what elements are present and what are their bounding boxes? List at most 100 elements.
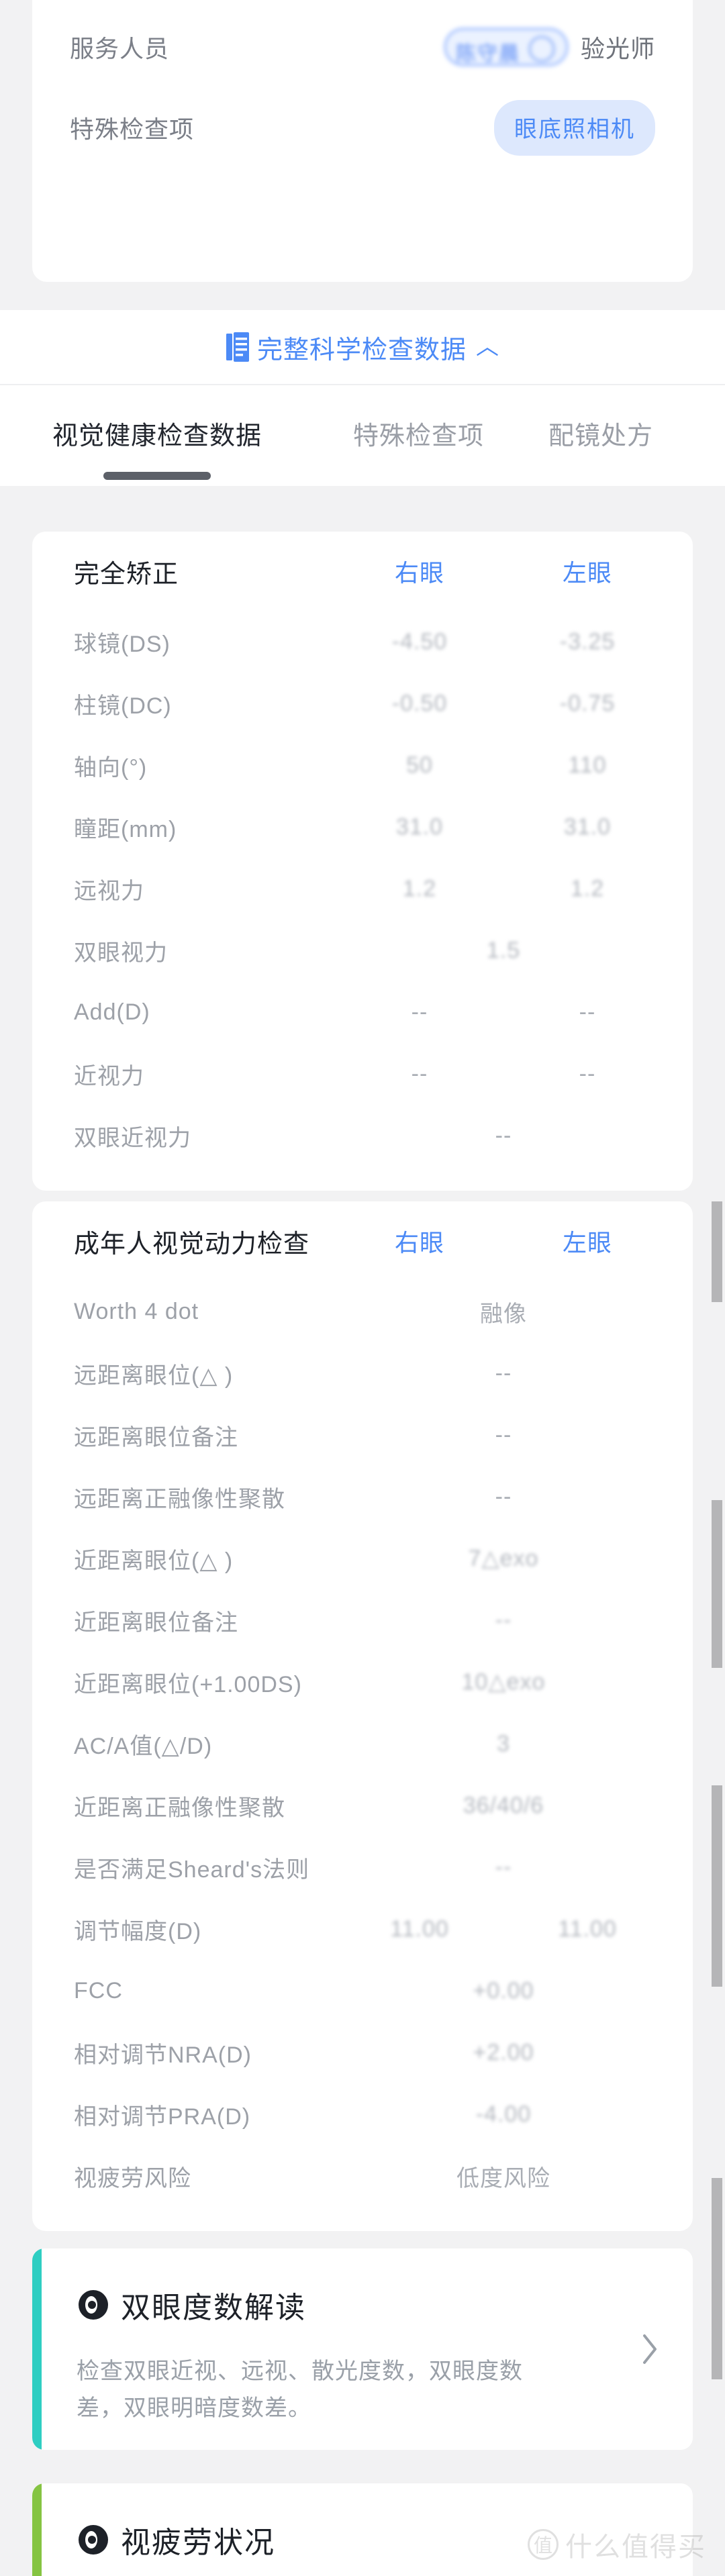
tab-vision-health-data[interactable]: 视觉健康检查数据: [52, 415, 262, 457]
staff-seal-mark-icon: [528, 36, 555, 62]
row-value-left-eye: -0.75: [559, 690, 616, 716]
scrollbar-thumb-3[interactable]: [712, 1785, 722, 1987]
row-value-right-eye: 11.00: [390, 1916, 449, 1942]
data-tabs: 视觉健康检查数据 特殊检查项 配镜处方: [0, 385, 725, 486]
row-value-right-eye: -0.50: [391, 690, 448, 716]
row-value-binocular: --: [495, 1483, 512, 1509]
row-label: 近距离正融像性聚散: [74, 1795, 285, 1821]
table-header-row: 完全矫正 右眼 左眼: [74, 532, 651, 611]
table-row: AC/A值(△/D) 3: [74, 1713, 651, 1775]
row-value-binocular: --: [495, 1360, 512, 1386]
row-label: FCC: [74, 1977, 123, 2003]
staff-seal-stamp: 陈守晨: [443, 28, 569, 66]
table-body: 球镜(DS) -4.50 -3.25 柱镜(DC) -0.50 -0.75 轴向(°) 50 1…: [74, 611, 651, 1167]
row-value-binocular: 1.5: [486, 937, 521, 963]
table-row: 近视力 -- --: [74, 1043, 651, 1105]
row-value-right-eye: -4.50: [391, 628, 448, 654]
row-value-binocular: -4.00: [475, 2101, 532, 2127]
scrollbar-thumb-1[interactable]: [712, 1201, 722, 1302]
table-row: 远距离眼位(△ ) --: [74, 1342, 651, 1404]
info-row-special-exam: 特殊检查项 眼底照相机: [70, 87, 655, 168]
row-value-binocular: 3: [497, 1730, 510, 1756]
row-label: AC/A值(△/D): [74, 1733, 213, 1759]
expand-full-data-bar[interactable]: 完整科学检查数据 ︿: [0, 310, 725, 385]
row-label: 近距离眼位备注: [74, 1609, 238, 1636]
row-value-right-eye: 50: [406, 752, 433, 778]
scrollbar-thumb-2[interactable]: [712, 1500, 722, 1668]
eye-icon: [77, 2523, 110, 2557]
eye-icon: [77, 2288, 110, 2322]
table-row: 相对调节PRA(D) -4.00: [74, 2083, 651, 2145]
table-row: 轴向(°) 50 110: [74, 734, 651, 796]
row-value-binocular: 低度风险: [456, 2165, 550, 2191]
row-label: Add(D): [74, 999, 150, 1025]
interpretation-card-binocular-power[interactable]: 双眼度数解读 检查双眼近视、远视、散光度数，双眼度数差，双眼明暗度数差。: [32, 2248, 693, 2450]
column-header-right-eye: 右眼: [394, 559, 444, 587]
interpretation-title: 双眼度数解读: [121, 2291, 306, 2324]
row-value-right-eye: 31.0: [395, 813, 444, 840]
row-value-binocular: --: [495, 1854, 512, 1880]
row-label: 近距离眼位(+1.00DS): [74, 1671, 302, 1697]
table-row: FCC +0.00: [74, 1960, 651, 2022]
document-icon: [226, 332, 249, 362]
tab-prescription[interactable]: 配镜处方: [548, 415, 653, 457]
chevron-right-icon[interactable]: [642, 2332, 659, 2367]
row-value-left-eye: 1.2: [570, 875, 605, 901]
table-row: 是否满足Sheard's法则 --: [74, 1836, 651, 1898]
tab-special-exam[interactable]: 特殊检查项: [353, 415, 484, 457]
accent-bar: [32, 2483, 42, 2576]
table-row: 远距离眼位备注 --: [74, 1404, 651, 1466]
adult-vision-dynamics-table: 成年人视觉动力检查 右眼 左眼 Worth 4 dot 融像远距离眼位(△ ) --…: [32, 1201, 693, 2231]
row-label: 调节幅度(D): [74, 1918, 202, 1944]
special-exam-badge[interactable]: 眼底照相机: [494, 99, 655, 156]
accent-bar: [32, 2248, 42, 2450]
row-label: Worth 4 dot: [74, 1298, 199, 1324]
table-body: Worth 4 dot 融像 远距离眼位(△ ) -- 远距离眼位备注 -- 远距离正融像性…: [74, 1281, 651, 2207]
row-label: 远视力: [74, 878, 144, 904]
table-row: Add(D) -- --: [74, 981, 651, 1043]
row-label: 相对调节PRA(D): [74, 2103, 251, 2130]
row-value-binocular: --: [495, 1122, 512, 1148]
service-info-card: 服务门店 宝岛眼镜(上海嘉定安亭店) 服务人员 陈守晨 验光师 特殊检查项 眼底…: [32, 0, 693, 282]
watermark-text: 什么值得买: [565, 2532, 706, 2562]
info-label-staff: 服务人员: [70, 35, 170, 62]
page-root: 服务门店 宝岛眼镜(上海嘉定安亭店) 服务人员 陈守晨 验光师 特殊检查项 眼底…: [0, 0, 725, 2576]
row-value-binocular: 10△exo: [461, 1669, 546, 1695]
table-row: 双眼近视力 --: [74, 1105, 651, 1167]
row-label: 瞳距(mm): [74, 816, 177, 842]
row-label: 相对调节NRA(D): [74, 2042, 252, 2068]
row-value-binocular: 融像: [480, 1301, 527, 1327]
interpretation-body: 双眼度数解读 检查双眼近视、远视、散光度数，双眼度数差，双眼明暗度数差。: [42, 2248, 693, 2450]
row-value-binocular: --: [495, 1607, 512, 1633]
column-header-left-eye: 左眼: [562, 559, 612, 587]
table-header-row: 成年人视觉动力检查 右眼 左眼: [74, 1201, 651, 1281]
row-value-binocular: +0.00: [473, 1977, 534, 2003]
row-label: 柱镜(DC): [74, 693, 172, 719]
info-value-staff: 陈守晨 验光师: [443, 28, 655, 66]
table-row: 瞳距(mm) 31.0 31.0: [74, 796, 651, 858]
row-value-left-eye: 11.00: [558, 1916, 617, 1942]
row-value-binocular: +2.00: [473, 2039, 534, 2065]
row-label: 视疲劳风险: [74, 2165, 191, 2191]
row-label: 近距离眼位(△ ): [74, 1548, 234, 1574]
table-row: 相对调节NRA(D) +2.00: [74, 2022, 651, 2083]
column-header-right-eye: 右眼: [394, 1229, 444, 1256]
row-value-left-eye: -3.25: [559, 628, 616, 654]
info-label-special-exam: 特殊检查项: [70, 115, 195, 143]
interpretation-description: 检查双眼近视、远视、散光度数，双眼度数差，双眼明暗度数差。: [77, 2359, 523, 2422]
scrollbar-thumb-4[interactable]: [712, 2178, 722, 2379]
row-label: 近视力: [74, 1063, 144, 1089]
chevron-up-icon: ︿: [476, 334, 499, 360]
row-value-left-eye: 31.0: [563, 813, 612, 840]
full-correction-table: 完全矫正 右眼 左眼 球镜(DS) -4.50 -3.25 柱镜(DC) -0.50 -0…: [32, 532, 693, 1191]
table-title-full-correction: 完全矫正: [74, 560, 179, 589]
table-row: 球镜(DS) -4.50 -3.25: [74, 611, 651, 673]
info-row-store: 服务门店 宝岛眼镜(上海嘉定安亭店): [70, 0, 655, 7]
table-row: 视疲劳风险 低度风险: [74, 2145, 651, 2207]
table-row: 近距离眼位(△ ) 7△exo: [74, 1528, 651, 1589]
info-row-staff: 服务人员 陈守晨 验光师: [70, 7, 655, 87]
row-label: 远距离眼位备注: [74, 1424, 238, 1450]
row-value-left-eye: 110: [568, 752, 607, 778]
row-value-binocular: --: [495, 1422, 512, 1448]
row-value-right-eye: 1.2: [402, 875, 437, 901]
